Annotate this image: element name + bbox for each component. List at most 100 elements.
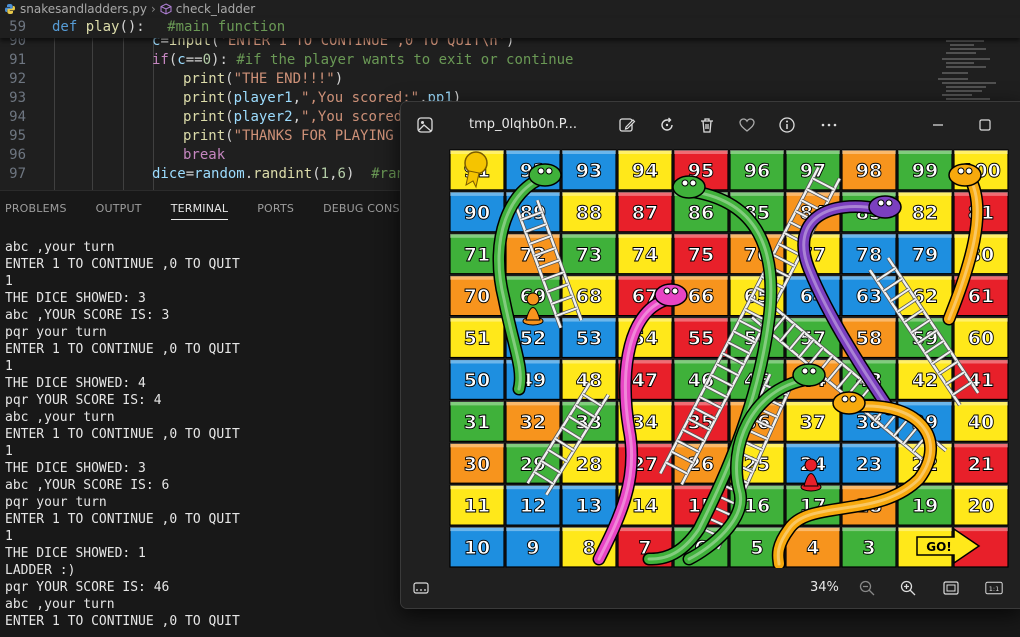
- tab-problems[interactable]: PROBLEMS: [0, 191, 67, 227]
- board-cell: 74: [617, 233, 673, 275]
- board-cell: 75: [673, 233, 729, 275]
- line-number: 96: [9, 147, 26, 163]
- cell-number: 74: [632, 244, 658, 266]
- cell-number: 86: [688, 202, 714, 224]
- cell-number: 61: [968, 286, 994, 308]
- board-cell: 87: [617, 191, 673, 233]
- edit-image-icon[interactable]: [617, 115, 637, 135]
- tab-output[interactable]: OUTPUT: [91, 191, 142, 227]
- line-number: 95: [9, 128, 26, 144]
- sticky-scroll-line[interactable]: 59 def play(): #main function: [0, 18, 1020, 38]
- photos-viewer-window[interactable]: tmp_0lqhb0n.P... 91929394959697989910090…: [400, 101, 1020, 609]
- terminal-line: ENTER 1 TO CONTINUE ,0 TO QUIT: [5, 342, 240, 357]
- code-text: dice=random.randint(1,6) #random: [152, 166, 430, 182]
- terminal-line: abc ,your turn: [5, 597, 115, 612]
- terminal-line: abc ,your turn: [5, 240, 115, 255]
- breadcrumb-file[interactable]: snakesandladders.py: [4, 2, 147, 16]
- terminal-line: abc ,YOUR SCORE IS: 6: [5, 478, 170, 493]
- line-number: 94: [9, 109, 26, 125]
- terminal-line: LADDER :): [5, 563, 76, 578]
- cell-number: 51: [464, 328, 490, 350]
- cell-number: 94: [632, 160, 658, 182]
- actual-size-label: 1:1: [989, 585, 1000, 593]
- viewer-titlebar[interactable]: tmp_0lqhb0n.P...: [401, 102, 1020, 148]
- board-cell: 30: [449, 442, 505, 484]
- terminal-line: pqr your turn: [5, 325, 107, 340]
- viewer-bottombar: 34% 1:1: [401, 568, 1020, 608]
- cell-number: 14: [632, 495, 658, 517]
- cell-number: 53: [576, 328, 602, 350]
- board-cell: 33: [561, 400, 617, 442]
- cell-number: 30: [464, 453, 490, 475]
- terminal-line: THE DICE SHOWED: 3: [5, 291, 146, 306]
- cell-number: 4: [806, 537, 819, 559]
- line-number: 93: [9, 90, 26, 106]
- cell-number: 96: [744, 160, 770, 182]
- code-text: print("THANKS FOR PLAYING :)"): [183, 128, 436, 144]
- minimize-icon[interactable]: [928, 115, 948, 135]
- function-params: ():: [119, 19, 145, 35]
- zoom-out-icon[interactable]: [857, 578, 877, 598]
- board-cell: 88: [561, 191, 617, 233]
- code-line[interactable]: 92 print("THE END!!!"): [0, 70, 1020, 89]
- method-icon: [160, 3, 172, 15]
- fit-window-icon[interactable]: [941, 578, 961, 598]
- cell-number: 3: [862, 537, 875, 559]
- rotate-icon[interactable]: [657, 115, 677, 135]
- terminal-line: 1: [5, 274, 13, 289]
- terminal-line: ENTER 1 TO CONTINUE ,0 TO QUIT: [5, 427, 240, 442]
- cell-number: 31: [464, 411, 490, 433]
- breadcrumb: snakesandladders.py › check_ladder: [0, 0, 255, 18]
- board-cell: 40: [953, 400, 1009, 442]
- trash-icon[interactable]: [697, 115, 717, 135]
- cell-number: 21: [968, 453, 994, 475]
- image-icon[interactable]: [415, 115, 435, 135]
- cell-number: 12: [520, 495, 546, 517]
- board-cell: 51: [449, 317, 505, 359]
- cell-number: 52: [520, 328, 546, 350]
- board-cell: 9: [505, 526, 561, 568]
- board-cell: 99: [897, 149, 953, 191]
- zoom-in-icon[interactable]: [898, 578, 918, 598]
- def-keyword: def: [52, 19, 78, 35]
- panel-tabs: PROBLEMS OUTPUT TERMINAL PORTS DEBUG CON…: [0, 191, 446, 227]
- board-cell: 90: [449, 191, 505, 233]
- board-cell: 82: [897, 191, 953, 233]
- terminal-output[interactable]: abc ,your turn ENTER 1 TO CONTINUE ,0 TO …: [5, 239, 240, 630]
- cell-number: 70: [464, 286, 490, 308]
- actual-size-icon[interactable]: 1:1: [983, 578, 1005, 598]
- image-canvas[interactable]: 9192939495969798991009089888786858483828…: [401, 148, 1020, 568]
- cell-number: 75: [688, 244, 714, 266]
- cell-number: 55: [688, 328, 714, 350]
- code-line[interactable]: 91 if(c==0): #if the player wants to exit…: [0, 51, 1020, 70]
- cell-number: 79: [912, 244, 938, 266]
- cell-number: 13: [576, 495, 602, 517]
- board-cell: 73: [561, 233, 617, 275]
- cell-number: 42: [912, 369, 938, 391]
- line-number: 92: [9, 71, 26, 87]
- cell-number: 37: [800, 411, 826, 433]
- maximize-icon[interactable]: [975, 115, 995, 135]
- cell-number: 10: [464, 537, 490, 559]
- board-cell: 37: [785, 400, 841, 442]
- board-cell: 21: [953, 442, 1009, 484]
- terminal-line: abc ,your turn: [5, 410, 115, 425]
- cell-number: 20: [968, 495, 994, 517]
- board-cell: 48: [561, 358, 617, 401]
- board-cell: 96: [729, 149, 785, 191]
- tab-ports[interactable]: PORTS: [252, 191, 294, 227]
- board-cell: 53: [561, 317, 617, 359]
- board-svg: 9192939495969798991009089888786858483828…: [449, 149, 1009, 568]
- terminal-line: 1: [5, 444, 13, 459]
- cell-number: 47: [632, 369, 658, 391]
- breadcrumb-symbol[interactable]: check_ladder: [160, 2, 255, 16]
- board-cell: 93: [561, 149, 617, 191]
- board-cell: 55: [673, 317, 729, 359]
- cell-number: 66: [688, 286, 714, 308]
- filmstrip-icon[interactable]: [411, 578, 431, 598]
- board-cell: 13: [561, 484, 617, 526]
- heart-icon[interactable]: [737, 115, 757, 135]
- more-icon[interactable]: [819, 115, 839, 135]
- tab-terminal[interactable]: TERMINAL: [166, 191, 229, 227]
- info-icon[interactable]: [777, 115, 797, 135]
